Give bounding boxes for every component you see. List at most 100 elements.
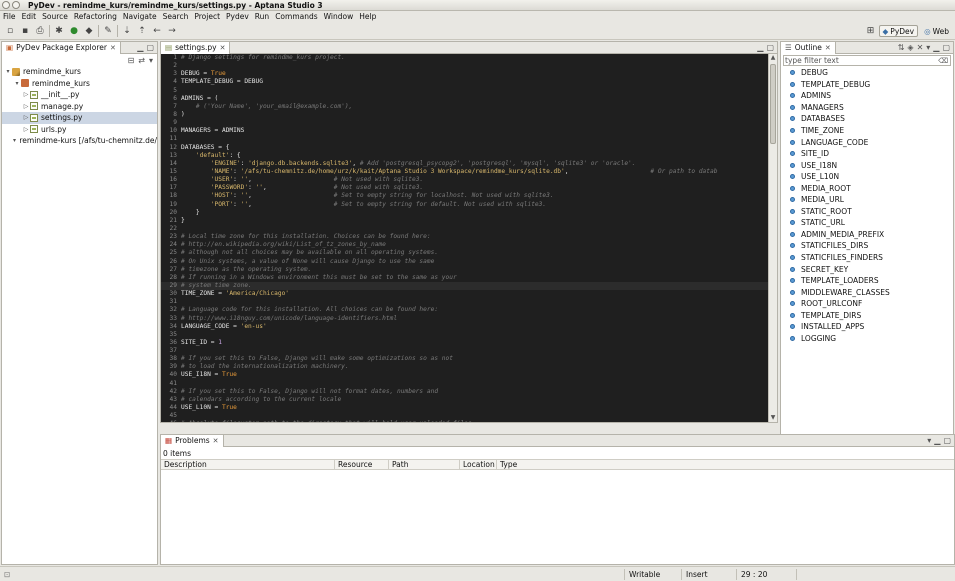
- outline-item[interactable]: STATICFILES_FINDERS: [781, 252, 953, 264]
- code-line[interactable]: 20 }: [161, 209, 769, 217]
- menu-commands[interactable]: Commands: [272, 12, 320, 21]
- code-line[interactable]: 26 # On Unix systems, a value of None wil…: [161, 258, 769, 266]
- scroll-up-icon[interactable]: ▲: [769, 54, 777, 62]
- outline-item[interactable]: LANGUAGE_CODE: [781, 136, 953, 148]
- code-line[interactable]: 13 'default': {: [161, 152, 769, 160]
- code-line[interactable]: 9: [161, 119, 769, 127]
- code-line[interactable]: 25 # although not all choices may be avai…: [161, 249, 769, 257]
- column-path[interactable]: Path: [389, 460, 460, 469]
- collapse-all-icon[interactable]: ⊟: [128, 56, 135, 65]
- tree-item[interactable]: ▾ remindme_kurs: [2, 78, 157, 90]
- outline-filter-input[interactable]: type filter text ⌫: [783, 55, 951, 66]
- code-line[interactable]: 12 DATABASES = {: [161, 144, 769, 152]
- column-resource[interactable]: Resource: [335, 460, 389, 469]
- scroll-down-icon[interactable]: ▼: [769, 414, 777, 422]
- menu-run[interactable]: Run: [252, 12, 272, 21]
- code-line[interactable]: 21}: [161, 217, 769, 225]
- code-line[interactable]: 28 # If running in a Windows environment …: [161, 274, 769, 282]
- outline-item[interactable]: INSTALLED_APPS: [781, 321, 953, 333]
- code-line[interactable]: 18 'HOST': '', # Set to empty string for…: [161, 192, 769, 200]
- outline-item[interactable]: MANAGERS: [781, 102, 953, 114]
- close-icon[interactable]: ✕: [110, 44, 116, 52]
- code-line[interactable]: 27 # timezone as the operating system.: [161, 266, 769, 274]
- code-line[interactable]: 36 SITE_ID = 1: [161, 339, 769, 347]
- code-line[interactable]: 7 # ('Your Name', 'your_email@example.co…: [161, 103, 769, 111]
- link-with-editor-icon[interactable]: ⇄: [138, 56, 145, 65]
- tree-item[interactable]: ▾ remindme-kurs [/afs/tu-chemnitz.de/: [2, 135, 157, 147]
- forward-icon[interactable]: →: [166, 25, 178, 37]
- code-line[interactable]: 6 ADMINS = (: [161, 95, 769, 103]
- view-menu-icon[interactable]: ▾: [926, 43, 930, 52]
- tab-problems[interactable]: ▦ Problems ✕: [161, 434, 224, 447]
- maximize-icon[interactable]: ▢: [766, 43, 774, 52]
- menu-help[interactable]: Help: [356, 12, 379, 21]
- code-line[interactable]: 4 TEMPLATE_DEBUG = DEBUG: [161, 78, 769, 86]
- code-line[interactable]: 11: [161, 135, 769, 143]
- code-line[interactable]: 43 # calendars according to the current l…: [161, 396, 769, 404]
- back-icon[interactable]: ←: [151, 25, 163, 37]
- print-icon[interactable]: ⎙: [34, 25, 46, 37]
- outline-item[interactable]: DATABASES: [781, 113, 953, 125]
- menu-file[interactable]: File: [0, 12, 19, 21]
- code-line[interactable]: 10 MANAGERS = ADMINS: [161, 127, 769, 135]
- tab-settings-py[interactable]: ▤ settings.py ✕: [161, 41, 231, 54]
- new-icon[interactable]: ▫: [4, 25, 16, 37]
- outline-item[interactable]: MEDIA_URL: [781, 194, 953, 206]
- external-tools-icon[interactable]: ◆: [83, 25, 95, 37]
- outline-item[interactable]: DEBUG: [781, 67, 953, 79]
- code-line[interactable]: 37: [161, 347, 769, 355]
- outline-item[interactable]: SITE_ID: [781, 148, 953, 160]
- minimize-icon[interactable]: ▁: [934, 436, 940, 445]
- outline-item[interactable]: LOGGING: [781, 333, 953, 345]
- code-editor[interactable]: 1 # Django settings for remindme_kurs pro…: [161, 54, 769, 422]
- expand-icon[interactable]: ▷: [22, 103, 30, 110]
- code-line[interactable]: 46# Absolute filesystem path to the dire…: [161, 420, 769, 422]
- code-line[interactable]: 34 LANGUAGE_CODE = 'en-us': [161, 323, 769, 331]
- maximize-icon[interactable]: ▢: [146, 43, 154, 52]
- code-line[interactable]: 33 # http://www.i18nguy.com/unicode/langu…: [161, 315, 769, 323]
- collapse-icon[interactable]: ▾: [4, 68, 12, 75]
- code-line[interactable]: 41: [161, 380, 769, 388]
- outline-item[interactable]: STATICFILES_DIRS: [781, 240, 953, 252]
- tree-item[interactable]: ▷ settings.py: [2, 112, 157, 124]
- perspective-web-button[interactable]: ◎ Web: [920, 25, 953, 37]
- sort-icon[interactable]: ⇅: [898, 43, 905, 52]
- next-annotation-icon[interactable]: ⇣: [121, 25, 133, 37]
- code-line[interactable]: 29 # system time zone.: [161, 281, 769, 291]
- outline-item[interactable]: TEMPLATE_DEBUG: [781, 79, 953, 91]
- outline-item[interactable]: TIME_ZONE: [781, 125, 953, 137]
- close-icon[interactable]: ✕: [825, 44, 831, 52]
- code-line[interactable]: 44 USE_L10N = True: [161, 404, 769, 412]
- tree-item[interactable]: ▷ manage.py: [2, 101, 157, 113]
- code-line[interactable]: 2: [161, 62, 769, 70]
- outline-item[interactable]: TEMPLATE_LOADERS: [781, 275, 953, 287]
- hide-static-icon[interactable]: ✕: [917, 43, 924, 52]
- open-perspective-icon[interactable]: ⊞: [865, 25, 877, 37]
- tree-item[interactable]: ▷ __init__.py: [2, 89, 157, 101]
- menu-project[interactable]: Project: [191, 12, 223, 21]
- outline-item[interactable]: SECRET_KEY: [781, 263, 953, 275]
- code-line[interactable]: 35: [161, 331, 769, 339]
- code-line[interactable]: 22: [161, 225, 769, 233]
- tab-package-explorer[interactable]: ▣ PyDev Package Explorer ✕: [2, 41, 121, 54]
- menu-navigate[interactable]: Navigate: [120, 12, 160, 21]
- menu-search[interactable]: Search: [160, 12, 192, 21]
- code-line[interactable]: 5: [161, 87, 769, 95]
- collapse-icon[interactable]: ▾: [13, 80, 21, 87]
- debug-icon[interactable]: ✱: [53, 25, 65, 37]
- view-menu-icon[interactable]: ▾: [149, 56, 153, 65]
- window-close-button[interactable]: [2, 1, 10, 9]
- close-icon[interactable]: ✕: [213, 437, 219, 445]
- code-line[interactable]: 1 # Django settings for remindme_kurs pro…: [161, 54, 769, 62]
- save-icon[interactable]: ▪: [19, 25, 31, 37]
- outline-item[interactable]: ADMINS: [781, 90, 953, 102]
- menu-edit[interactable]: Edit: [19, 12, 40, 21]
- minimize-icon[interactable]: ▁: [757, 43, 763, 52]
- column-description[interactable]: Description: [161, 460, 335, 469]
- run-icon[interactable]: ●: [68, 25, 80, 37]
- outline-item[interactable]: USE_L10N: [781, 171, 953, 183]
- outline-item[interactable]: MEDIA_ROOT: [781, 182, 953, 194]
- hide-fields-icon[interactable]: ◈: [907, 43, 913, 52]
- outline-item[interactable]: ADMIN_MEDIA_PREFIX: [781, 229, 953, 241]
- outline-item[interactable]: STATIC_URL: [781, 217, 953, 229]
